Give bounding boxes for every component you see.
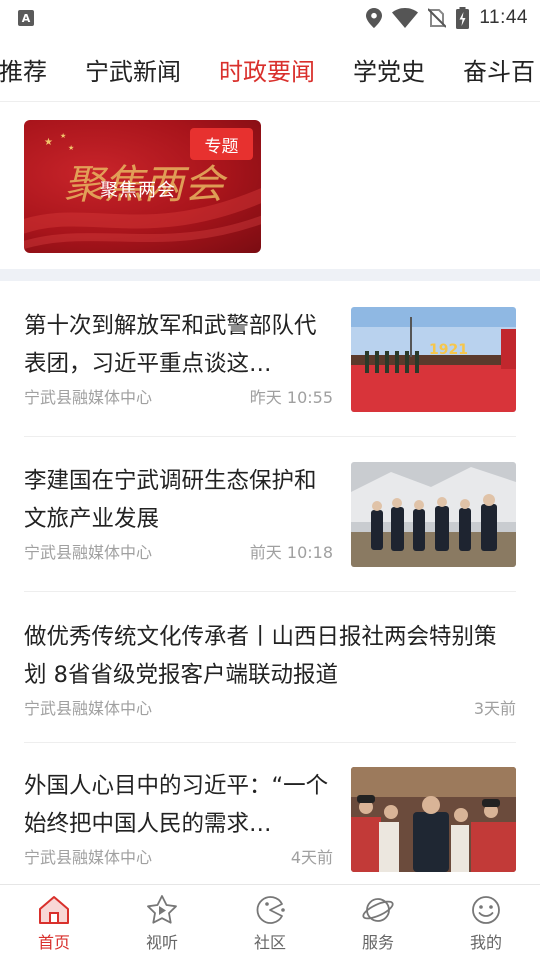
- thumb-caption: 1921: [429, 342, 468, 358]
- svg-text:★: ★: [60, 132, 66, 140]
- field-visit-photo: [351, 462, 516, 567]
- news-source: 宁武县融媒体中心: [24, 388, 153, 407]
- status-bar: A 11:44: [0, 0, 540, 36]
- news-title: 做优秀传统文化传承者丨山西日报社两会特别策划 8省省级党报客户端联动报道: [24, 624, 497, 688]
- nav-label: 我的: [469, 933, 502, 952]
- nav-services[interactable]: 服务: [324, 885, 432, 960]
- news-item[interactable]: 李建国在宁武调研生态保护和文旅产业发展 宁武县融媒体中心 前天 10:18: [24, 462, 516, 572]
- nav-label: 社区: [253, 933, 286, 952]
- news-source: 宁武县融媒体中心: [24, 543, 153, 562]
- nav-community[interactable]: 社区: [216, 885, 324, 960]
- tab-recommend[interactable]: 推荐: [0, 52, 66, 87]
- news-title: 外国人心目中的习近平：“一个始终把中国人民的需求…: [24, 773, 329, 837]
- tab-politics-news[interactable]: 时政要闻: [200, 52, 334, 87]
- nav-label: 服务: [361, 933, 394, 952]
- clock: 11:44: [479, 7, 528, 28]
- nav-audio-video[interactable]: 视听: [108, 885, 216, 960]
- nav-mine[interactable]: 我的: [432, 885, 540, 960]
- list-separator: [24, 436, 516, 437]
- list-separator: [24, 742, 516, 743]
- news-item[interactable]: 外国人心目中的习近平：“一个始终把中国人民的需求… 宁武县融媒体中心 4天前: [24, 767, 516, 877]
- special-topic-badge: 专题: [190, 128, 253, 160]
- news-title: 第十次到解放军和武警部队代表团，习近平重点谈这…: [24, 313, 317, 377]
- smiley-icon: [472, 896, 500, 924]
- svg-text:★: ★: [68, 144, 74, 152]
- nav-label: 首页: [37, 933, 70, 952]
- home-icon: [39, 896, 69, 924]
- news-time: 前天 10:18: [249, 543, 333, 562]
- parade-photo: 1921: [351, 307, 516, 412]
- news-time: 4天前: [290, 848, 333, 867]
- svg-text:★: ★: [44, 137, 53, 148]
- no-sim-icon: [428, 8, 447, 28]
- topic-banner[interactable]: ★ ★ ★ 聚焦两会 聚焦两会 专题: [24, 120, 261, 253]
- news-time: 3天前: [473, 699, 516, 718]
- wifi-icon: [392, 8, 419, 28]
- banner-title: 聚焦两会: [100, 180, 176, 201]
- news-thumbnail: [351, 462, 516, 567]
- category-tabs: 推荐 宁武新闻 时政要闻 学党史 奋斗百: [0, 36, 540, 102]
- bottom-navigation: 首页 视听 社区 服务 我的: [0, 884, 540, 960]
- news-item[interactable]: 第十次到解放军和武警部队代表团，习近平重点谈这… 宁武县融媒体中心 昨天 10:…: [24, 307, 516, 417]
- planet-icon: [362, 898, 394, 922]
- news-item[interactable]: 做优秀传统文化传承者丨山西日报社两会特别策划 8省省级党报客户端联动报道 宁武县…: [24, 618, 516, 718]
- keyboard-indicator-icon: A: [18, 10, 34, 26]
- crowd-photo: [351, 767, 516, 872]
- battery-charging-icon: [456, 7, 470, 29]
- tab-struggle[interactable]: 奋斗百: [444, 52, 540, 87]
- news-source: 宁武县融媒体中心: [24, 699, 153, 718]
- nav-label: 视听: [145, 933, 178, 952]
- news-title: 李建国在宁武调研生态保护和文旅产业发展: [24, 468, 317, 532]
- list-separator: [24, 591, 516, 592]
- play-star-icon: [147, 895, 177, 924]
- tab-ningwu-news[interactable]: 宁武新闻: [66, 52, 200, 87]
- news-thumbnail: [351, 767, 516, 872]
- news-source: 宁武县融媒体中心: [24, 848, 153, 867]
- nav-home[interactable]: 首页: [0, 885, 108, 960]
- news-thumbnail: 1921: [351, 307, 516, 412]
- news-time: 昨天 10:55: [249, 388, 333, 407]
- community-icon: [256, 896, 285, 924]
- section-divider: [0, 269, 540, 281]
- location-icon: [366, 8, 383, 28]
- tab-party-history[interactable]: 学党史: [334, 52, 444, 87]
